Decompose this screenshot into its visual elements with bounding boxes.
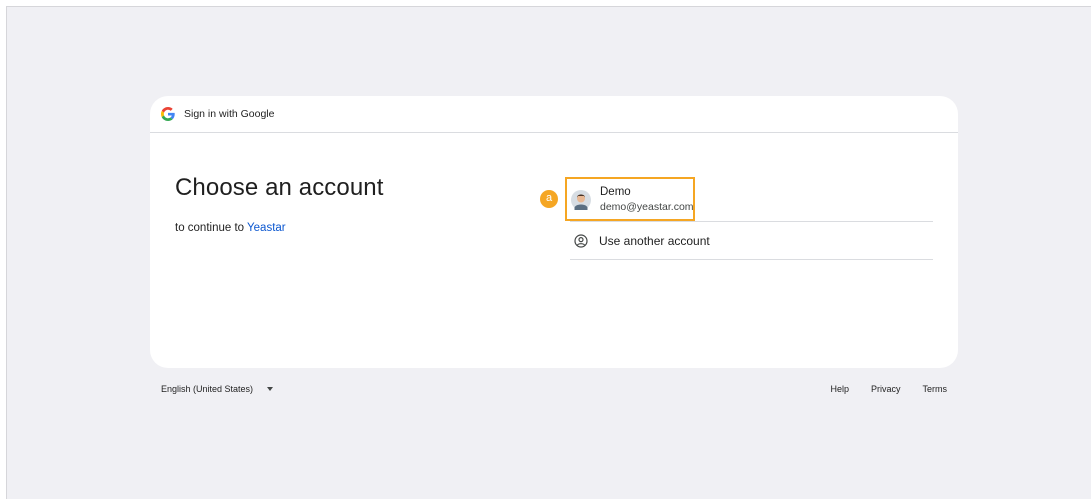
app-name-link[interactable]: Yeastar bbox=[247, 222, 286, 234]
card-header: Sign in with Google bbox=[150, 96, 958, 133]
annotation-marker: a bbox=[540, 190, 558, 208]
account-list: a Demo demo@yeastar.com Use another acco… bbox=[540, 177, 933, 260]
privacy-link[interactable]: Privacy bbox=[871, 384, 901, 394]
account-name: Demo bbox=[600, 185, 631, 198]
account-text: Demo demo@yeastar.com bbox=[600, 185, 694, 215]
avatar-icon bbox=[571, 189, 591, 210]
language-label: English (United States) bbox=[161, 384, 254, 394]
person-circle-icon bbox=[574, 233, 588, 248]
terms-link[interactable]: Terms bbox=[923, 384, 948, 394]
footer: English (United States) Help Privacy Ter… bbox=[0, 384, 1091, 398]
language-selector[interactable]: English (United States) bbox=[161, 384, 274, 394]
page-subtitle: to continue to Yeastar bbox=[175, 222, 384, 234]
account-item-demo[interactable]: a Demo demo@yeastar.com bbox=[540, 177, 933, 222]
subtitle-prefix: to continue to bbox=[175, 222, 248, 234]
intro-section: Choose an account to continue to Yeastar bbox=[175, 174, 384, 234]
page-title: Choose an account bbox=[175, 174, 384, 201]
footer-links: Help Privacy Terms bbox=[808, 384, 947, 394]
account-email: demo@yeastar.com bbox=[600, 200, 694, 213]
chevron-down-icon bbox=[267, 387, 274, 391]
card-header-title: Sign in with Google bbox=[184, 108, 275, 120]
help-link[interactable]: Help bbox=[830, 384, 849, 394]
use-another-account-button[interactable]: Use another account bbox=[570, 222, 933, 260]
use-another-account-label: Use another account bbox=[599, 233, 710, 248]
sign-in-card: Sign in with Google Choose an account to… bbox=[150, 96, 958, 368]
google-g-icon bbox=[161, 107, 175, 121]
